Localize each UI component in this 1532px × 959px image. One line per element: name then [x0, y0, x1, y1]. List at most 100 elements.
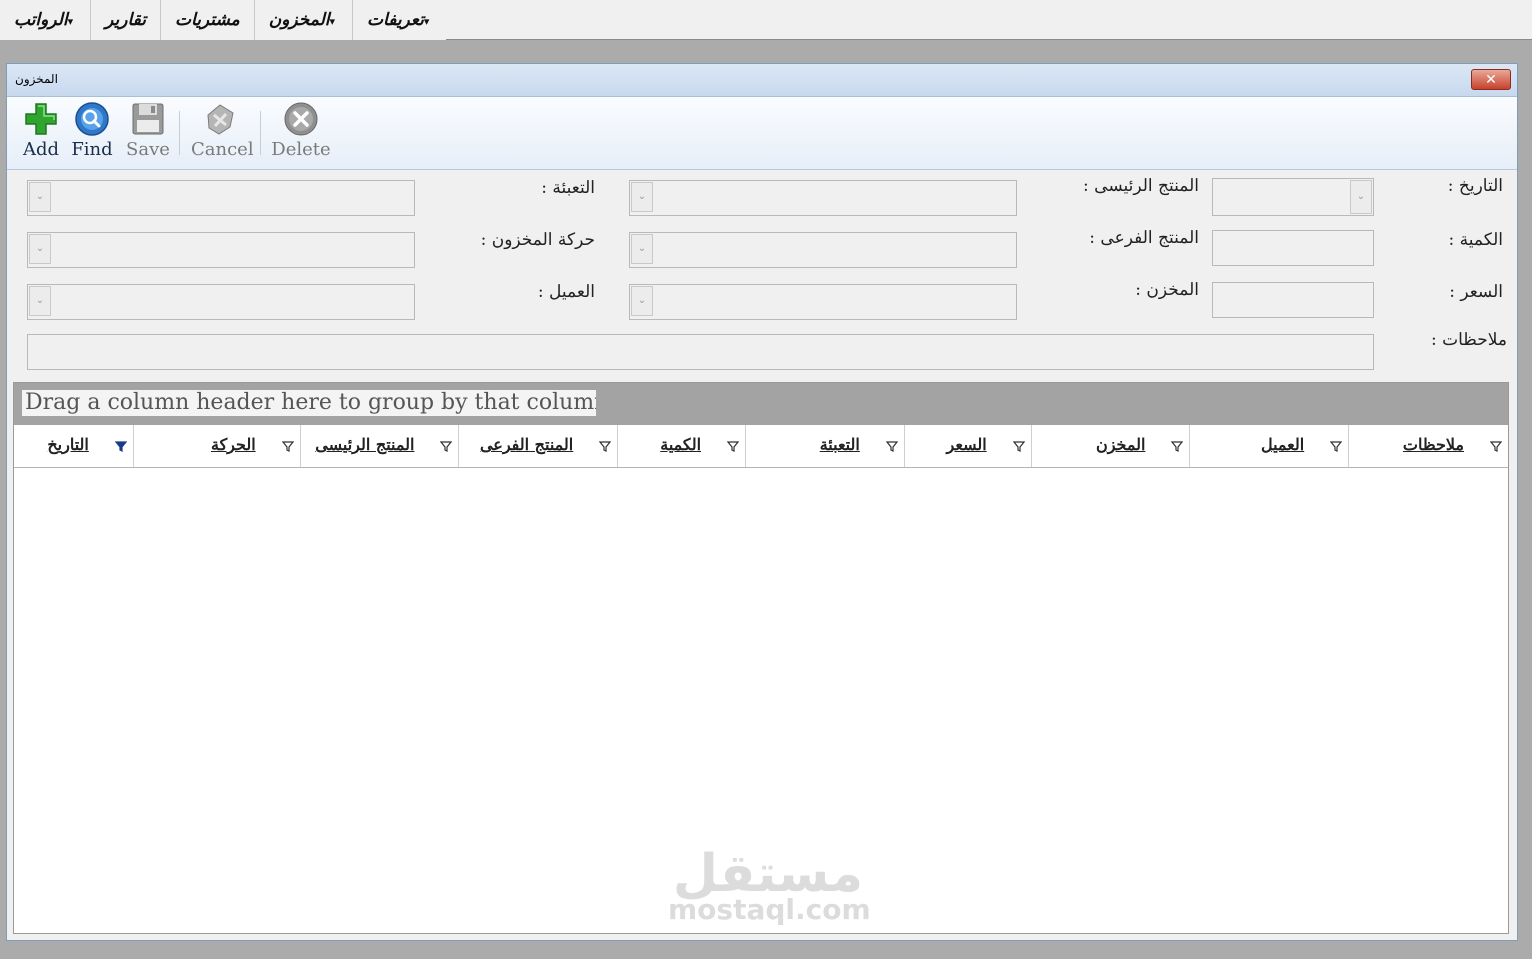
window-title: المخزون	[15, 72, 58, 86]
dropdown-arrow-icon: ▾	[67, 15, 74, 28]
column-header-movement[interactable]: الحركة	[132, 425, 300, 467]
column-title: المخزن	[1095, 435, 1146, 454]
save-button[interactable]: Save	[125, 101, 171, 160]
column-title: المنتج الفرعى	[479, 435, 574, 454]
column-header-packaging[interactable]: التعبئة	[745, 425, 904, 467]
client-select[interactable]: ⌄	[27, 284, 415, 320]
filter-icon[interactable]	[1490, 440, 1502, 452]
column-header-sub-product[interactable]: المنتج الفرعى	[458, 425, 617, 467]
warehouse-select[interactable]: ⌄	[629, 284, 1017, 320]
menu-group: ▾تعريفات ▾المخزون مشتريات تقارير ▾الروات…	[0, 0, 447, 40]
cancel-icon	[207, 104, 234, 135]
price-field[interactable]	[1212, 282, 1374, 318]
close-button[interactable]: ✕	[1471, 69, 1511, 90]
chevron-down-icon[interactable]: ⌄	[29, 234, 51, 264]
stock-movement-label: حركة المخزون :	[480, 230, 595, 250]
sub-product-select[interactable]: ⌄	[629, 232, 1017, 268]
toolbar-separator	[260, 111, 261, 155]
column-header-date[interactable]: التاريخ	[14, 425, 133, 467]
column-header-client[interactable]: العميل	[1189, 425, 1348, 467]
date-picker[interactable]: ⌄	[1212, 178, 1374, 216]
chevron-down-icon[interactable]: ⌄	[29, 286, 51, 316]
column-header-warehouse[interactable]: المخزن	[1030, 425, 1190, 467]
stock-movement-select[interactable]: ⌄	[27, 232, 415, 268]
window-titlebar[interactable]: المخزون ✕	[7, 64, 1517, 97]
client-label: العميل :	[537, 282, 595, 302]
group-by-hint: Drag a column header here to group by th…	[22, 390, 596, 416]
sub-product-label: المنتج الفرعى :	[1089, 228, 1199, 248]
main-product-select[interactable]: ⌄	[629, 180, 1017, 216]
notes-label: ملاحظات :	[1430, 330, 1507, 350]
packaging-select[interactable]: ⌄	[27, 180, 415, 216]
notes-field[interactable]	[27, 334, 1374, 370]
menu-item-label: مشتريات	[175, 10, 240, 30]
date-label: التاريخ :	[1447, 176, 1503, 196]
menu-item-label: الرواتب	[14, 10, 68, 30]
plus-icon	[25, 103, 57, 135]
watermark-latin: mostaql.com	[668, 893, 871, 926]
menu-item-reports[interactable]: تقارير	[90, 0, 160, 40]
chevron-down-icon[interactable]: ⌄	[1350, 180, 1372, 214]
save-label: Save	[126, 139, 170, 160]
column-title: السعر	[946, 435, 987, 454]
column-title: التاريخ	[47, 435, 89, 454]
toolbar-separator	[179, 111, 180, 155]
filter-icon[interactable]	[114, 440, 127, 452]
floppy-disk-icon	[132, 103, 164, 135]
column-title: التعبئة	[819, 435, 860, 454]
menu-item-definitions[interactable]: ▾تعريفات	[352, 0, 446, 40]
menu-item-inventory[interactable]: ▾المخزون	[253, 0, 352, 40]
grid-header-row: ملاحظات العميل المخزن السعر التعبئة الكم…	[14, 425, 1508, 468]
filter-icon[interactable]	[599, 440, 612, 452]
delete-button[interactable]: Delete	[271, 101, 331, 160]
delete-label: Delete	[271, 139, 331, 160]
quantity-label: الكمية :	[1448, 230, 1504, 250]
filter-icon[interactable]	[281, 440, 294, 452]
dropdown-arrow-icon: ▾	[329, 15, 336, 28]
dropdown-arrow-icon: ▾	[423, 15, 430, 28]
column-title: الحركة	[210, 435, 256, 454]
find-button[interactable]: Find	[71, 101, 113, 160]
inventory-window: المخزون ✕ Add Find Save Cancel Delete ال…	[6, 63, 1518, 941]
column-header-notes[interactable]: ملاحظات	[1348, 425, 1508, 467]
filter-icon[interactable]	[885, 440, 898, 452]
filter-icon[interactable]	[440, 440, 453, 452]
column-header-quantity[interactable]: الكمية	[617, 425, 745, 467]
price-label: السعر :	[1449, 282, 1503, 302]
chevron-down-icon[interactable]: ⌄	[631, 234, 653, 264]
quantity-field[interactable]	[1212, 230, 1374, 266]
column-title: ملاحظات	[1402, 435, 1464, 454]
add-button[interactable]: Add	[21, 101, 61, 160]
column-title: الكمية	[660, 435, 702, 454]
menu-item-purchases[interactable]: مشتريات	[160, 0, 254, 40]
menu-item-label: تعريفات	[367, 10, 424, 30]
chevron-down-icon[interactable]: ⌄	[631, 182, 653, 212]
group-by-panel[interactable]: Drag a column header here to group by th…	[14, 383, 1508, 425]
delete-icon	[284, 102, 318, 136]
find-label: Find	[71, 139, 113, 160]
entry-form: التاريخ : الكمية : السعر : ملاحظات : ⌄ ا…	[7, 170, 1517, 380]
filter-icon[interactable]	[1012, 440, 1025, 452]
column-header-price[interactable]: السعر	[903, 425, 1031, 467]
column-title: العميل	[1260, 435, 1305, 454]
menu-item-label: المخزون	[268, 10, 330, 30]
warehouse-label: المخزن :	[1135, 280, 1199, 300]
chevron-down-icon[interactable]: ⌄	[631, 286, 653, 316]
main-product-label: المنتج الرئيسى :	[1083, 176, 1199, 196]
cancel-button[interactable]: Cancel	[191, 101, 254, 160]
watermark: مستقل mostaql.com	[668, 848, 871, 926]
filter-icon[interactable]	[1330, 440, 1343, 452]
column-title: المنتج الرئيسى	[315, 435, 415, 454]
menu-bar: ▾تعريفات ▾المخزون مشتريات تقارير ▾الروات…	[0, 0, 1532, 40]
search-icon	[75, 102, 109, 136]
menu-item-label: تقارير	[105, 10, 147, 30]
filter-icon[interactable]	[1171, 440, 1184, 452]
toolbar: Add Find Save Cancel Delete	[7, 97, 1517, 170]
chevron-down-icon[interactable]: ⌄	[29, 182, 51, 212]
packaging-label: التعبئة :	[541, 178, 595, 198]
column-header-main-product[interactable]: المنتج الرئيسى	[299, 425, 459, 467]
cancel-label: Cancel	[191, 139, 254, 160]
filter-icon[interactable]	[727, 440, 740, 452]
menu-item-salaries[interactable]: ▾الرواتب	[0, 0, 90, 40]
add-label: Add	[22, 139, 60, 160]
